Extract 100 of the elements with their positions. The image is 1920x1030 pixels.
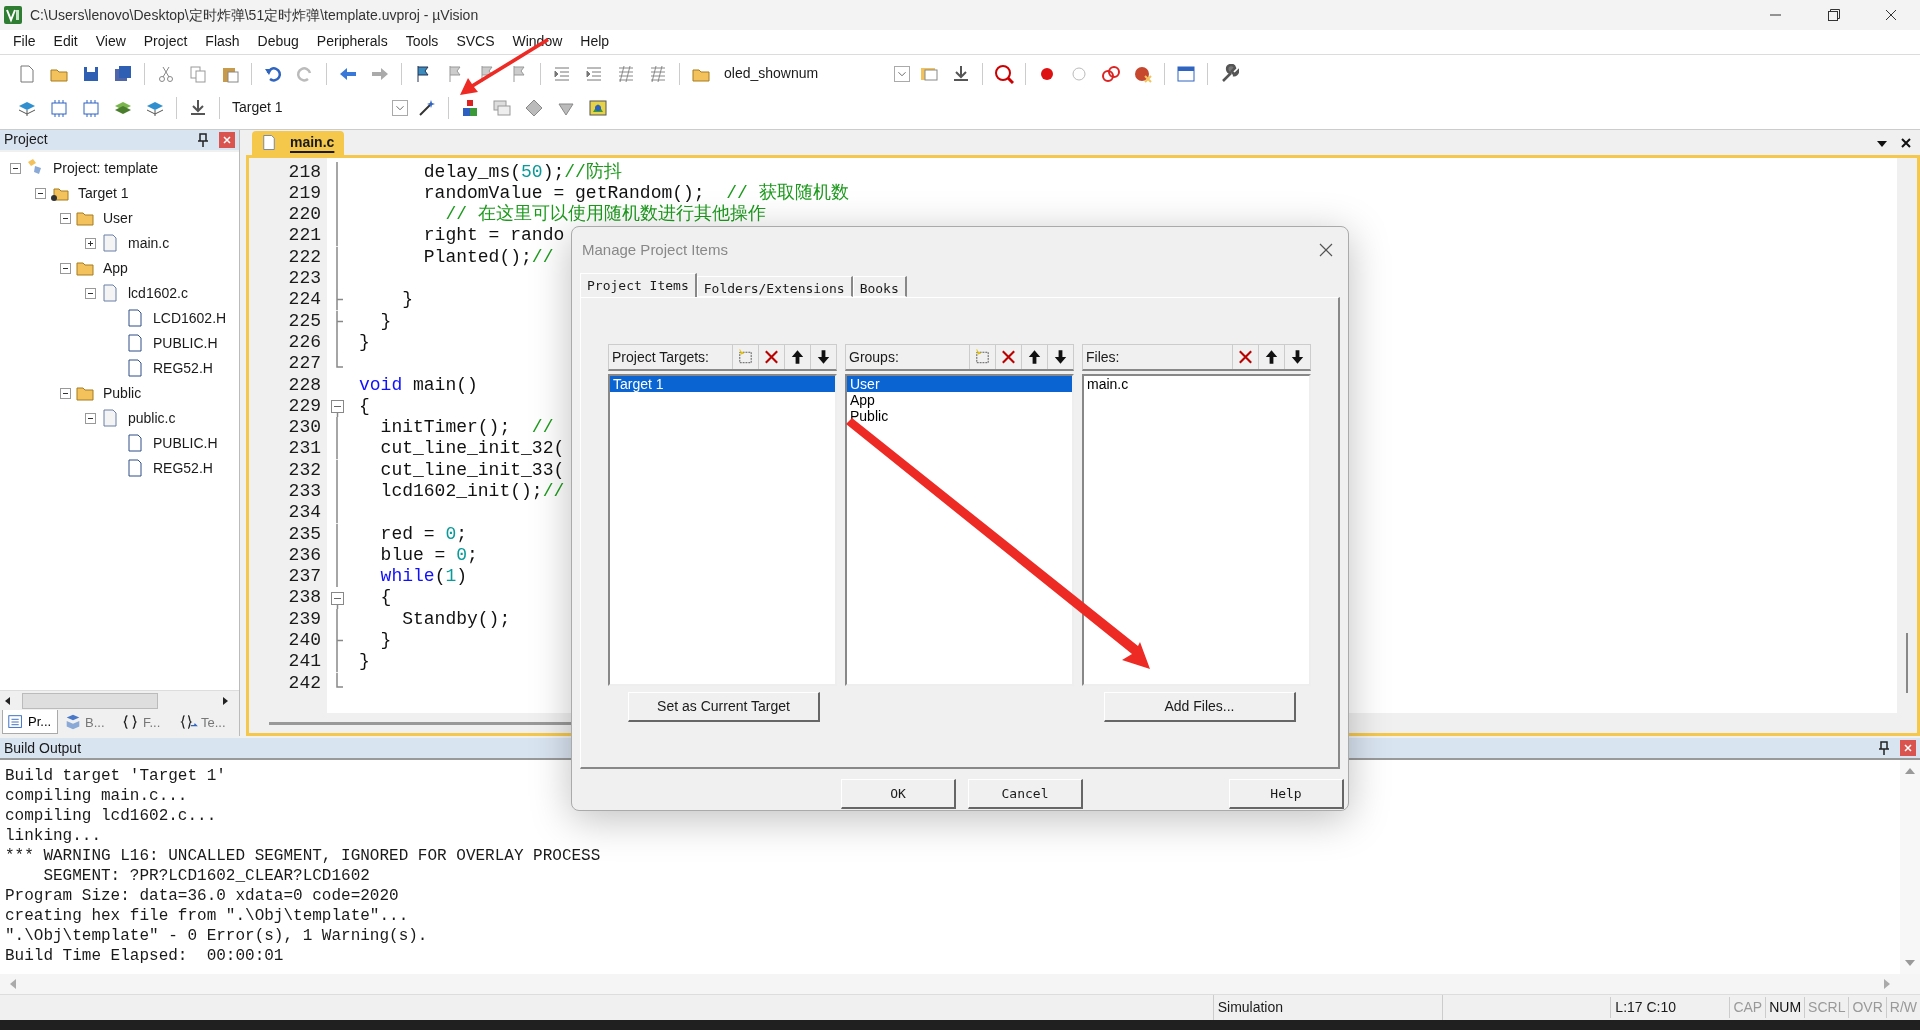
chip-icon[interactable] xyxy=(49,97,69,118)
code-line: Standby(); xyxy=(401,608,511,631)
file-icon xyxy=(125,458,145,479)
code-line: lcd1602_init();// xyxy=(379,481,565,503)
tree-item[interactable]: User xyxy=(103,207,133,229)
list-item[interactable]: Target 1 xyxy=(610,376,835,392)
menu-item[interactable]: Project xyxy=(134,31,197,53)
package-icon[interactable] xyxy=(588,97,608,118)
output-line: Build Time Elapsed: 00:00:01 xyxy=(5,946,284,967)
tree-item[interactable]: Public xyxy=(103,382,142,404)
download-icon[interactable] xyxy=(951,63,971,84)
menu-item[interactable]: Peripherals xyxy=(307,31,397,53)
line-number: 229 xyxy=(288,395,321,416)
chip-icon[interactable] xyxy=(81,97,101,118)
tree-item[interactable]: Target 1 xyxy=(78,182,129,204)
collapse-icon[interactable] xyxy=(85,412,96,424)
expand-icon[interactable] xyxy=(85,237,96,249)
code-line: blue = 0; xyxy=(379,544,478,567)
menu-item[interactable]: File xyxy=(4,31,45,53)
tree-item[interactable]: REG52.H xyxy=(153,457,213,479)
comment-icon[interactable] xyxy=(648,63,668,84)
collapse-icon[interactable] xyxy=(60,387,71,399)
tree-item[interactable]: App xyxy=(103,257,128,279)
tree-item[interactable]: Project: template xyxy=(53,157,159,179)
collapse-icon[interactable] xyxy=(10,162,21,174)
file-icon xyxy=(125,333,145,354)
comment-icon[interactable] xyxy=(616,63,636,84)
list-item[interactable]: Public xyxy=(847,408,1072,424)
dialog-tab[interactable]: Books xyxy=(852,276,907,297)
add-files-button[interactable]: Add Files... xyxy=(1104,692,1296,722)
collapse-icon[interactable] xyxy=(35,187,46,199)
dialog-tab[interactable]: Folders/Extensions xyxy=(696,276,853,297)
collapse-icon[interactable] xyxy=(60,212,71,224)
menu-item[interactable]: Tools xyxy=(396,31,448,53)
menu-item[interactable]: Help xyxy=(571,31,619,53)
vertical-scrollbar[interactable] xyxy=(1900,760,1920,975)
panel-tab[interactable]: Pr... xyxy=(2,710,58,735)
set-current-target-button[interactable]: Set as Current Target xyxy=(628,692,820,722)
diamond-icon[interactable] xyxy=(524,97,544,118)
caret-icon[interactable] xyxy=(392,99,408,116)
status-text: L:17 C:10 xyxy=(1610,997,1730,1019)
tree-item[interactable]: main.c xyxy=(128,232,170,254)
code-line: red = 0; xyxy=(379,523,468,545)
menu-item[interactable]: View xyxy=(86,31,135,53)
list-item[interactable]: App xyxy=(847,392,1072,408)
code-line: } xyxy=(379,310,392,332)
tree-item[interactable]: LCD1602.H xyxy=(153,307,227,329)
line-number: 237 xyxy=(288,566,321,587)
window-layout-icon[interactable] xyxy=(1176,63,1196,84)
line-number: 221 xyxy=(288,225,321,246)
fold-icon[interactable] xyxy=(330,400,344,418)
list-item[interactable]: main.c xyxy=(1084,376,1309,392)
panel-tab[interactable]: Te... xyxy=(176,710,232,735)
cancel-button[interactable]: Cancel xyxy=(968,779,1083,809)
code-line: // 在这里可以使用随机数进行其他操作 xyxy=(444,204,766,226)
horizontal-scrollbar[interactable] xyxy=(0,690,239,711)
line-number: 219 xyxy=(288,182,321,203)
close-icon[interactable] xyxy=(1318,242,1334,258)
save-all-icon[interactable] xyxy=(113,63,133,84)
tree-item[interactable]: REG52.H xyxy=(153,357,213,379)
menu-item[interactable]: Edit xyxy=(44,31,87,53)
collapse-icon[interactable] xyxy=(85,287,96,299)
tree-item[interactable]: public.c xyxy=(128,407,176,429)
tree-item[interactable]: PUBLIC.H xyxy=(153,432,218,454)
line-number: 233 xyxy=(288,481,321,501)
debug-icon[interactable] xyxy=(994,63,1014,84)
caret-icon[interactable] xyxy=(894,65,910,82)
line-number: 236 xyxy=(288,544,321,565)
pin-icon[interactable] xyxy=(1878,741,1890,756)
vertical-scrollbar[interactable] xyxy=(1897,157,1917,734)
output-line: *** WARNING L16: UNCALLED SEGMENT, IGNORED FOR OVERLAY PROCESS xyxy=(5,846,601,867)
line-number: 240 xyxy=(288,630,321,651)
rings-icon[interactable] xyxy=(1101,63,1121,84)
dropdown-field[interactable]: Target 1 xyxy=(228,95,408,120)
dialog-title: Manage Project Items xyxy=(582,239,728,260)
scroll-up-icon[interactable] xyxy=(1904,766,1916,777)
panel-tab[interactable]: F... xyxy=(118,710,174,735)
tree-item[interactable]: PUBLIC.H xyxy=(153,332,218,354)
menu-item[interactable]: Flash xyxy=(196,31,249,53)
pin-icon[interactable] xyxy=(197,132,209,147)
blocks-icon[interactable] xyxy=(460,97,480,118)
menu-item[interactable]: Debug xyxy=(248,31,308,53)
panel-tab[interactable]: B... xyxy=(60,710,116,735)
collapse-icon[interactable] xyxy=(60,262,71,274)
status-indicator: R/W xyxy=(1885,997,1920,1019)
ok-button[interactable]: OK xyxy=(841,779,956,809)
dialog-tab[interactable]: Project Items xyxy=(580,273,697,297)
help-button[interactable]: Help xyxy=(1229,779,1344,809)
list-item[interactable]: User xyxy=(847,376,1072,392)
output-line: compiling main.c... xyxy=(5,786,188,807)
output-line: ".\Obj\template" - 0 Error(s), 1 Warning(s). xyxy=(5,926,428,947)
download-icon[interactable] xyxy=(188,97,208,118)
tree-item[interactable]: lcd1602.c xyxy=(128,282,188,304)
dropdown-icon[interactable] xyxy=(1876,138,1888,149)
dropdown-field[interactable]: oled_shownum xyxy=(720,61,910,86)
fold-icon[interactable] xyxy=(330,591,344,609)
editor-tab[interactable]: main.c xyxy=(252,130,345,155)
close-icon[interactable] xyxy=(1900,136,1912,149)
menu-item[interactable]: SVCS xyxy=(447,31,504,53)
status-indicator: NUM xyxy=(1765,997,1805,1019)
